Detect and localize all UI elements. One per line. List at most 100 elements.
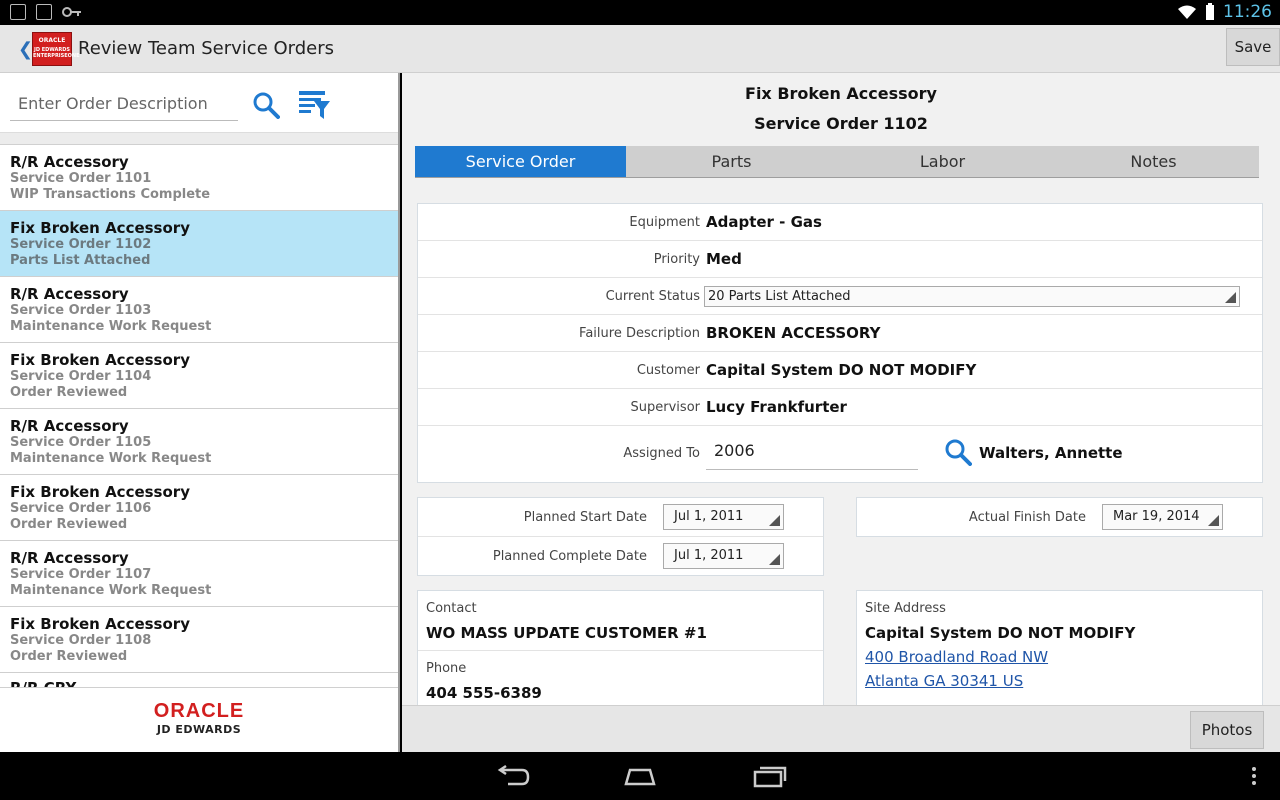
key-icon (62, 7, 81, 17)
order-item-1108[interactable]: Fix Broken Accessory Service Order 1108 … (0, 607, 398, 673)
order-status: WIP Transactions Complete (10, 187, 211, 202)
order-title: R/R Accessory (10, 153, 129, 171)
field-value: Adapter - Gas (706, 213, 822, 231)
field-label: Assigned To (623, 446, 700, 461)
photos-button[interactable]: Photos (1190, 711, 1264, 749)
order-status: Order Reviewed (10, 517, 128, 532)
field-current-status: Current Status 20 Parts List Attached (418, 278, 1262, 315)
order-item-1102[interactable]: Fix Broken Accessory Service Order 1102 … (0, 211, 398, 277)
field-value: BROKEN ACCESSORY (706, 324, 881, 342)
order-number: Service Order 1106 (10, 501, 152, 516)
dropdown-arrow-icon (1225, 292, 1236, 303)
app-logo[interactable]: ORACLE JD EDWARDS ENTERPRISEONE (32, 32, 80, 66)
order-title: R/R Accessory (10, 285, 129, 303)
list-separator (0, 133, 398, 145)
order-title: Fix Broken Accessory (10, 483, 190, 501)
battery-icon (1206, 3, 1214, 20)
order-title: Fix Broken Accessory (10, 351, 190, 369)
order-number: Service Order 1105 (10, 435, 152, 450)
date-label: Planned Complete Date (492, 549, 647, 564)
field-value: Lucy Frankfurter (706, 398, 847, 416)
order-title: R/R Accessory (10, 549, 129, 567)
field-label: Equipment (629, 215, 700, 230)
order-number: Service Order 1108 (10, 633, 152, 648)
field-value: Capital System DO NOT MODIFY (706, 361, 977, 379)
order-status: Maintenance Work Request (10, 319, 212, 334)
field-supervisor: Supervisor Lucy Frankfurter (418, 389, 1262, 426)
back-icon[interactable] (494, 764, 530, 788)
date-label: Planned Start Date (523, 510, 647, 525)
phone-label: Phone (426, 661, 467, 676)
search-icon[interactable] (252, 91, 280, 119)
filter-icon[interactable] (298, 89, 332, 121)
field-label: Supervisor (630, 400, 700, 415)
detail-title: Fix Broken Accessory (745, 84, 937, 103)
field-value: Med (706, 250, 742, 268)
planned-start-row: Planned Start Date Jul 1, 2011 (418, 498, 823, 537)
order-title: R/R Accessory (10, 417, 129, 435)
order-item-1101[interactable]: R/R Accessory Service Order 1101 WIP Tra… (0, 145, 398, 211)
planned-start-date-picker[interactable]: Jul 1, 2011 (663, 504, 784, 530)
site-city-link[interactable]: Atlanta GA 30341 US (857, 667, 1262, 691)
field-failure-description: Failure Description BROKEN ACCESSORY (418, 315, 1262, 352)
search-icon[interactable] (944, 438, 972, 466)
contact-card: Contact WO MASS UPDATE CUSTOMER #1 Phone… (417, 590, 824, 705)
date-value: Jul 1, 2011 (674, 509, 744, 524)
site-street-link[interactable]: 400 Broadland Road NW (857, 643, 1262, 667)
order-number: Service Order 1107 (10, 567, 152, 582)
tab-service-order[interactable]: Service Order (415, 146, 626, 177)
status-dropdown[interactable]: 20 Parts List Attached (704, 286, 1240, 307)
field-customer: Customer Capital System DO NOT MODIFY (418, 352, 1262, 389)
order-number: Service Order 1104 (10, 369, 152, 384)
tab-notes[interactable]: Notes (1048, 146, 1259, 177)
tab-parts[interactable]: Parts (626, 146, 837, 177)
dropdown-arrow-icon (769, 515, 780, 526)
date-label: Actual Finish Date (968, 510, 1086, 525)
logo-line1: ORACLE (38, 37, 66, 44)
planned-complete-row: Planned Complete Date Jul 1, 2011 (418, 537, 823, 576)
contact-value: WO MASS UPDATE CUSTOMER #1 (426, 624, 707, 642)
app-title: Review Team Service Orders (78, 38, 335, 59)
status-bar: 11:26 (0, 0, 1280, 25)
recent-apps-icon[interactable] (752, 764, 788, 788)
jde-wordmark: JD EDWARDS (156, 723, 242, 736)
order-status: Maintenance Work Request (10, 583, 212, 598)
assigned-to-input[interactable]: 2006 (706, 434, 918, 470)
order-status: Order Reviewed (10, 649, 128, 664)
contact-row: Contact WO MASS UPDATE CUSTOMER #1 (418, 591, 823, 651)
tab-labor[interactable]: Labor (837, 146, 1048, 177)
order-search-input[interactable] (10, 87, 238, 121)
field-label: Failure Description (579, 326, 700, 341)
wifi-icon (1178, 5, 1196, 19)
field-label: Customer (636, 363, 700, 378)
save-button[interactable]: Save (1226, 28, 1280, 66)
field-assigned-to: Assigned To 2006 Walters, Annette (418, 426, 1262, 481)
field-priority: Priority Med (418, 241, 1262, 278)
order-item-1105[interactable]: R/R Accessory Service Order 1105 Mainten… (0, 409, 398, 475)
order-status: Parts List Attached (10, 253, 151, 268)
field-label: Current Status (605, 289, 700, 304)
back-chevron-icon[interactable]: ❮ (18, 39, 33, 60)
home-icon[interactable] (622, 764, 658, 788)
assigned-to-name: Walters, Annette (979, 444, 1123, 462)
order-item-1107[interactable]: R/R Accessory Service Order 1107 Mainten… (0, 541, 398, 607)
site-address-label: Site Address (865, 601, 946, 616)
order-detail-panel: Fix Broken Accessory Service Order 1102 … (402, 73, 1280, 705)
status-selected-value: 20 Parts List Attached (708, 289, 851, 304)
order-list-panel: R/R Accessory Service Order 1101 WIP Tra… (0, 73, 400, 752)
overflow-menu-icon[interactable] (1236, 764, 1272, 788)
planned-complete-date-picker[interactable]: Jul 1, 2011 (663, 543, 784, 569)
order-number: Service Order 1101 (10, 171, 152, 186)
order-list: R/R Accessory Service Order 1101 WIP Tra… (0, 145, 398, 693)
oracle-wordmark: ORACLE (153, 700, 245, 722)
order-number: Service Order 1103 (10, 303, 152, 318)
field-equipment: Equipment Adapter - Gas (418, 204, 1262, 241)
planned-dates-card: Planned Start Date Jul 1, 2011 Planned C… (417, 497, 824, 576)
order-item-1106[interactable]: Fix Broken Accessory Service Order 1106 … (0, 475, 398, 541)
order-item-1104[interactable]: Fix Broken Accessory Service Order 1104 … (0, 343, 398, 409)
order-item-1103[interactable]: R/R Accessory Service Order 1103 Mainten… (0, 277, 398, 343)
image-icon (36, 4, 52, 20)
actual-finish-date-picker[interactable]: Mar 19, 2014 (1102, 504, 1223, 530)
order-status: Maintenance Work Request (10, 451, 212, 466)
phone-value[interactable]: 404 555-6389 (418, 677, 823, 703)
